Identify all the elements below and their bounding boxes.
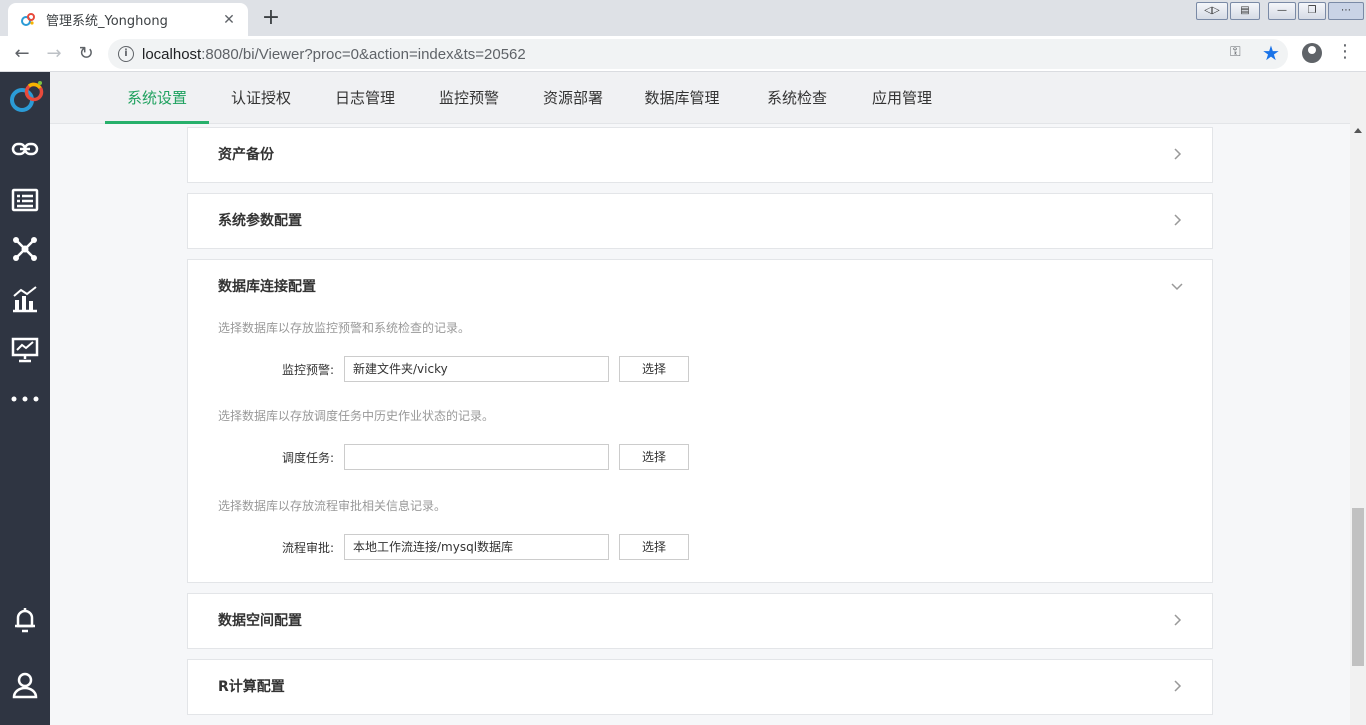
bell-icon[interactable] — [10, 605, 40, 635]
scroll-up-arrow-icon[interactable] — [1354, 128, 1362, 133]
url-path: :8080/bi/Viewer?proc=0&action=index&ts=2… — [201, 45, 526, 63]
workflow-approval-input[interactable]: 本地工作流连接/mysql数据库 — [344, 534, 609, 560]
chevron-right-icon[interactable] — [1170, 213, 1184, 227]
tab-close-icon[interactable]: ✕ — [220, 12, 238, 28]
tab-database-management[interactable]: 数据库管理 — [625, 72, 739, 124]
chevron-right-icon[interactable] — [1170, 679, 1184, 693]
tab-system-settings[interactable]: 系统设置 — [105, 72, 209, 124]
browser-menu-icon[interactable]: ⋮ — [1336, 41, 1354, 62]
workflow-db-description: 选择数据库以存放流程审批相关信息记录。 — [218, 499, 447, 513]
chart-icon[interactable] — [10, 284, 40, 314]
network-icon[interactable] — [10, 234, 40, 264]
reload-icon[interactable]: ↻ — [74, 42, 98, 66]
chevron-down-icon[interactable] — [1170, 279, 1184, 293]
panel-title: 数据库连接配置 — [218, 279, 316, 295]
window-control-icon[interactable]: ▤ — [1230, 2, 1260, 20]
tab-resource-deploy[interactable]: 资源部署 — [521, 72, 625, 124]
panel-asset-backup[interactable]: 资产备份 — [187, 127, 1213, 183]
panel-title: 系统参数配置 — [218, 213, 302, 229]
monitor-alert-label: 监控预警: — [281, 363, 334, 377]
list-icon[interactable] — [10, 185, 40, 215]
tab-app-management[interactable]: 应用管理 — [850, 72, 954, 124]
url-host: localhost — [142, 45, 202, 63]
panel-title: R计算配置 — [218, 679, 285, 695]
panel-system-params[interactable]: 系统参数配置 — [187, 193, 1213, 249]
restore-icon[interactable]: ❐ — [1298, 2, 1326, 20]
tab-title: 管理系统_Yonghong — [46, 14, 168, 29]
monitor-alert-input[interactable]: 新建文件夹/vicky — [344, 356, 609, 382]
schedule-task-label: 调度任务: — [281, 451, 334, 465]
schedule-task-select-button[interactable]: 选择 — [619, 444, 689, 470]
info-icon[interactable]: i — [118, 46, 134, 62]
browser-tab[interactable]: 管理系统_Yonghong ✕ — [8, 3, 248, 36]
app-sidebar — [0, 72, 50, 725]
user-icon[interactable] — [10, 670, 40, 700]
chevron-right-icon[interactable] — [1170, 147, 1184, 161]
minimize-icon[interactable]: — — [1268, 2, 1296, 20]
scroll-thumb[interactable] — [1352, 508, 1364, 666]
tab-monitoring-alert[interactable]: 监控预警 — [417, 72, 521, 124]
schedule-db-description: 选择数据库以存放调度任务中历史作业状态的记录。 — [218, 409, 495, 423]
window-control-icon[interactable]: ◁▷ — [1196, 2, 1228, 20]
back-arrow-icon[interactable]: ← — [10, 42, 34, 66]
tab-system-check[interactable]: 系统检查 — [747, 72, 847, 124]
bookmark-star-icon[interactable]: ★ — [1262, 41, 1280, 65]
panel-r-compute[interactable]: R计算配置 — [187, 659, 1213, 715]
panel-data-space[interactable]: 数据空间配置 — [187, 593, 1213, 649]
more-icon[interactable] — [10, 384, 40, 414]
panel-title: 资产备份 — [218, 147, 274, 163]
page-scrollbar[interactable] — [1350, 72, 1366, 725]
monitor-alert-select-button[interactable]: 选择 — [619, 356, 689, 382]
schedule-task-input[interactable] — [344, 444, 609, 470]
browser-tabstrip: 管理系统_Yonghong ✕ + ◁▷ ▤ — ❐ ⋯ — [0, 0, 1366, 36]
forward-arrow-icon[interactable]: → — [42, 42, 66, 66]
tab-auth[interactable]: 认证授权 — [209, 72, 313, 124]
tab-log-management[interactable]: 日志管理 — [313, 72, 417, 124]
app-logo-icon[interactable] — [7, 78, 45, 116]
key-icon[interactable]: ⚿ — [1230, 44, 1250, 64]
account-icon[interactable] — [1302, 43, 1322, 63]
close-window-icon[interactable]: ⋯ — [1328, 2, 1364, 20]
workflow-approval-label: 流程审批: — [281, 541, 334, 555]
new-tab-button[interactable]: + — [258, 5, 284, 31]
address-bar[interactable]: i localhost:8080/bi/Viewer?proc=0&action… — [108, 39, 1288, 69]
monitor-db-description: 选择数据库以存放监控预警和系统检查的记录。 — [218, 321, 471, 335]
settings-content: 资产备份 系统参数配置 数据库连接配置 选择数据库以存放监控预警和系统检查的记录… — [50, 124, 1350, 725]
presentation-icon[interactable] — [10, 334, 40, 364]
workflow-approval-select-button[interactable]: 选择 — [619, 534, 689, 560]
panel-title: 数据空间配置 — [218, 613, 302, 629]
app-favicon-icon — [21, 12, 35, 26]
top-nav: 系统设置 认证授权 日志管理 监控预警 资源部署 数据库管理 系统检查 应用管理 — [50, 72, 1350, 124]
browser-toolbar: ← → ↻ i localhost:8080/bi/Viewer?proc=0&… — [0, 36, 1366, 72]
chevron-right-icon[interactable] — [1170, 613, 1184, 627]
link-icon[interactable] — [10, 134, 40, 164]
panel-db-connection: 数据库连接配置 选择数据库以存放监控预警和系统检查的记录。 监控预警: 新建文件… — [187, 259, 1213, 583]
